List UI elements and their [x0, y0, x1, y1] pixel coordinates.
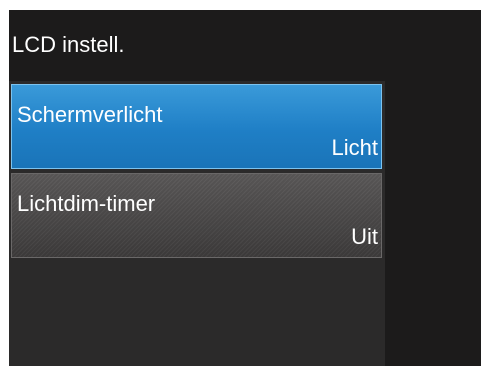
menu-item-value: Licht: [331, 135, 378, 160]
screen-header: LCD instell.: [9, 10, 481, 81]
lcd-screen: LCD instell. Schermverlicht Licht Lichtd…: [9, 10, 481, 366]
empty-list-area: [9, 272, 385, 366]
menu-item-value: Uit: [351, 224, 378, 249]
menu-item-label: Lichtdim-timer: [17, 191, 156, 216]
menu-item-dim-timer[interactable]: Lichtdim-timer Uit: [11, 173, 382, 258]
menu-item-label: Schermverlicht: [17, 102, 163, 127]
side-panel: [385, 81, 481, 366]
screen-title: LCD instell.: [12, 32, 125, 57]
menu-item-backlight[interactable]: Schermverlicht Licht: [11, 84, 382, 169]
